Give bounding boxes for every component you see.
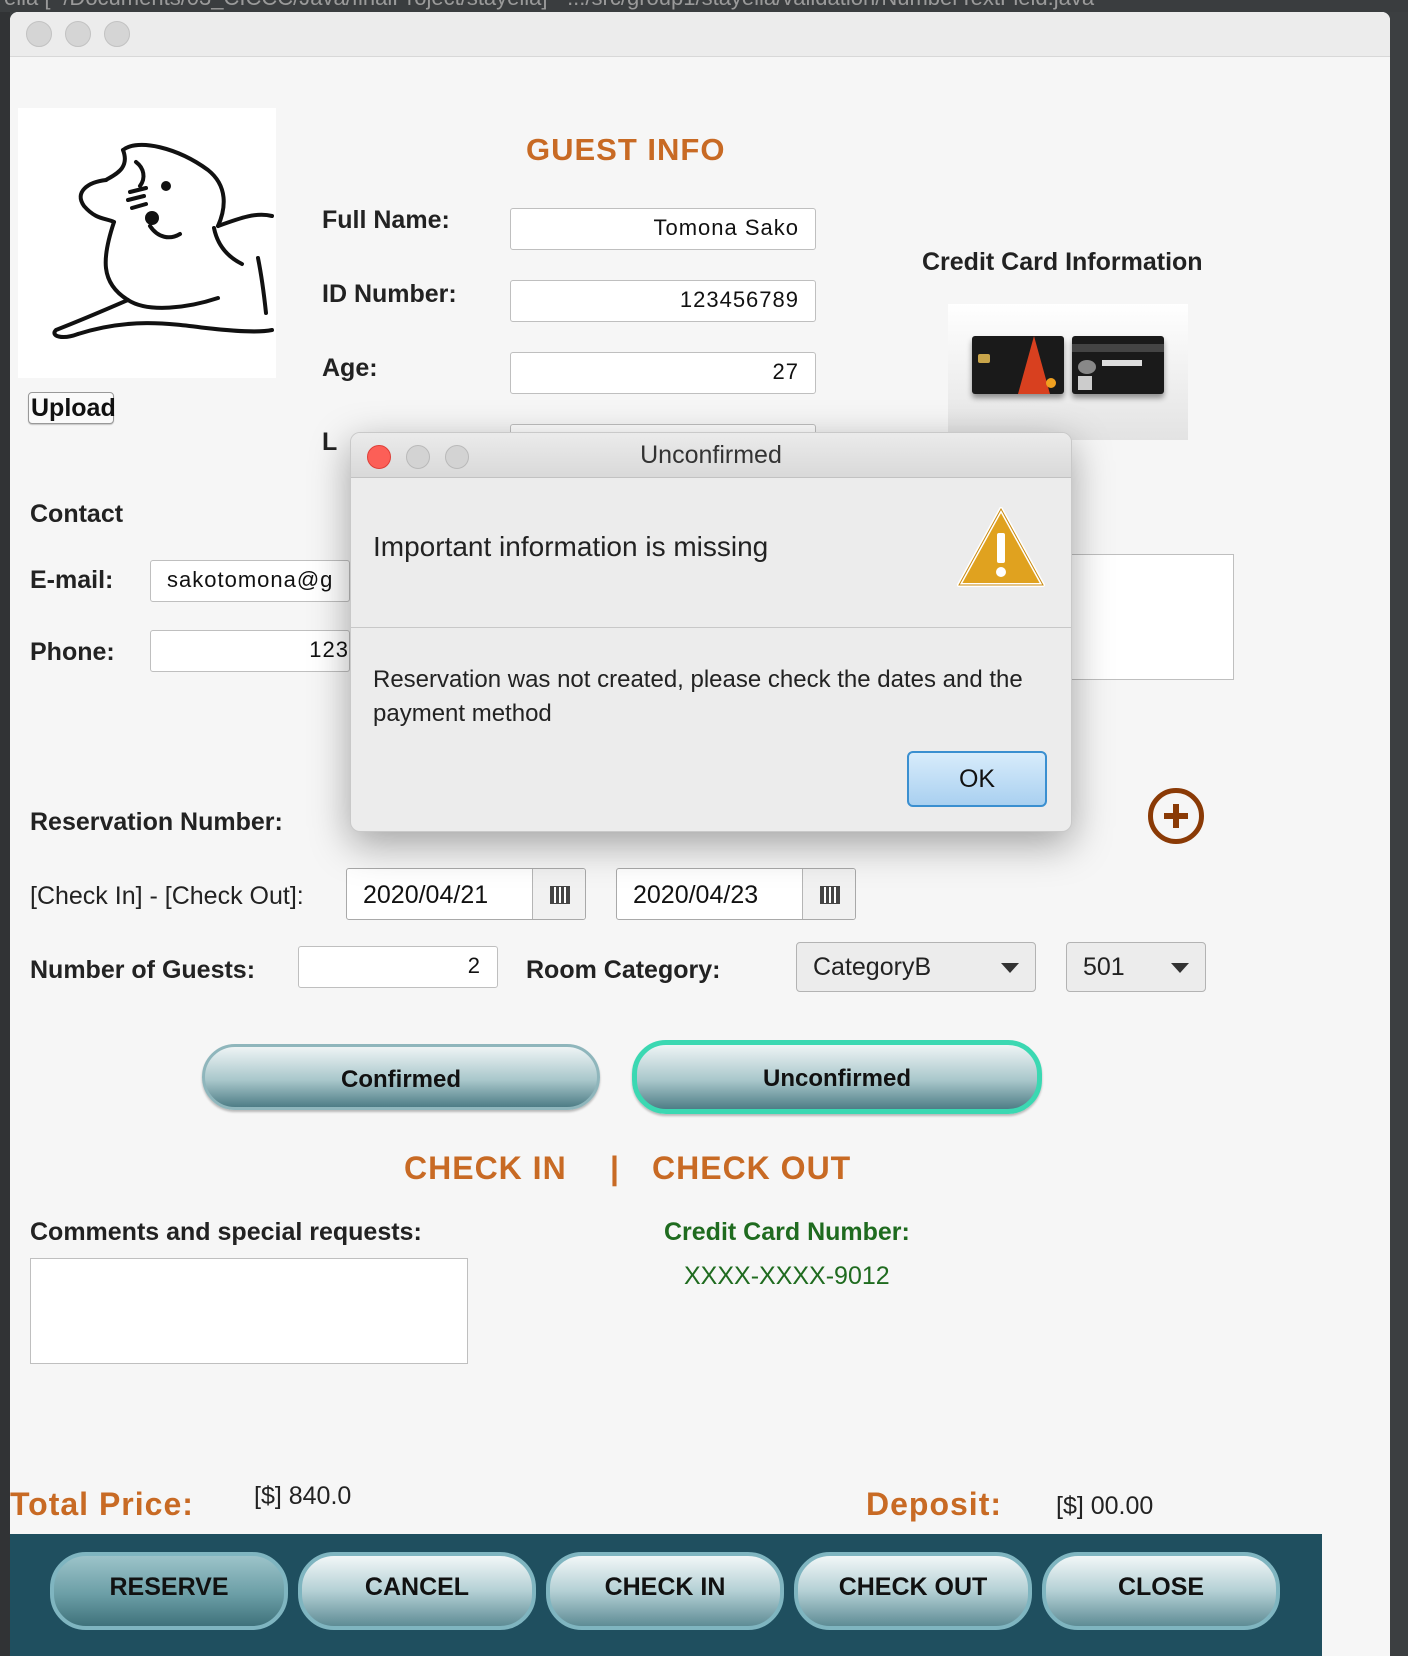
comments-label: Comments and special requests: <box>30 1218 422 1246</box>
card-back-icon <box>1072 336 1164 394</box>
card-front-icon <box>972 336 1064 394</box>
cancel-button[interactable]: CANCEL <box>298 1552 536 1630</box>
unconfirmed-dialog: Unconfirmed Important information is mis… <box>350 432 1072 832</box>
dialog-title: Unconfirmed <box>640 441 782 469</box>
dialog-ok-button[interactable]: OK <box>907 751 1047 807</box>
dates-label: [Check In] - [Check Out]: <box>30 882 304 910</box>
total-price-value: [$] 840.0 <box>254 1482 352 1510</box>
reservation-window: Upload GUEST INFO Full Name: Tomona Sako… <box>10 12 1390 1656</box>
id-number-field[interactable]: 123456789 <box>510 280 816 322</box>
email-label: E-mail: <box>30 566 114 594</box>
card-number-label: Credit Card Number: <box>664 1218 910 1246</box>
check-in-date-picker[interactable]: 2020/04/21 <box>346 868 586 920</box>
ide-title-text: ella [~/Documents/03_CICCC/Java/finalPro… <box>4 0 1094 10</box>
email-field[interactable]: sakotomona@g <box>150 560 350 602</box>
guest-info-heading: GUEST INFO <box>526 132 726 167</box>
bottom-action-bar: RESERVE CANCEL CHECK IN CHECK OUT CLOSE <box>10 1534 1322 1656</box>
phone-field[interactable]: 123 <box>150 630 350 672</box>
dialog-titlebar: Unconfirmed <box>351 433 1071 478</box>
check-in-label: CHECK IN <box>604 1573 726 1601</box>
dialog-headline: Important information is missing <box>373 531 769 562</box>
chevron-down-icon <box>1001 963 1019 973</box>
check-out-date-picker[interactable]: 2020/04/23 <box>616 868 856 920</box>
check-out-calendar-icon[interactable] <box>802 869 855 919</box>
room-category-select[interactable]: CategoryB <box>796 942 1036 992</box>
guest-photo <box>18 108 276 378</box>
upload-button-label: Upload <box>31 394 116 422</box>
guests-label: Number of Guests: <box>30 956 256 984</box>
card-number-value: XXXX-XXXX-9012 <box>684 1262 890 1290</box>
guests-field[interactable]: 2 <box>298 946 498 988</box>
dialog-ok-label: OK <box>958 765 996 793</box>
id-number-value: 123456789 <box>679 287 799 312</box>
phone-value: 123 <box>309 637 349 662</box>
window-titlebar <box>10 12 1390 57</box>
close-button[interactable]: CLOSE <box>1042 1552 1280 1630</box>
age-field[interactable]: 27 <box>510 352 816 394</box>
add-option-icon[interactable] <box>1148 788 1204 844</box>
age-label: Age: <box>322 354 378 382</box>
full-name-value: Tomona Sako <box>653 215 799 240</box>
upload-button[interactable]: Upload <box>28 392 116 424</box>
dialog-divider <box>351 627 1071 628</box>
reserve-button[interactable]: RESERVE <box>50 1552 288 1630</box>
age-value: 27 <box>772 359 799 384</box>
comments-textarea[interactable] <box>30 1258 468 1364</box>
reserve-label: RESERVE <box>109 1573 229 1601</box>
room-number-select[interactable]: 501 <box>1066 942 1206 992</box>
total-price-label: Total Price: <box>10 1486 194 1522</box>
check-in-calendar-icon[interactable] <box>532 869 585 919</box>
check-out-label: CHECK OUT <box>838 1573 988 1601</box>
full-name-field[interactable]: Tomona Sako <box>510 208 816 250</box>
cat-sketch-image <box>52 142 274 339</box>
room-category-value: CategoryB <box>813 953 932 981</box>
chevron-down-icon <box>1171 963 1189 973</box>
confirmed-button[interactable]: Confirmed <box>202 1044 600 1110</box>
deposit-value: [$] 00.00 <box>1056 1492 1154 1520</box>
warning-icon <box>957 507 1045 587</box>
room-category-label: Room Category: <box>526 956 721 984</box>
phone-label: Phone: <box>30 638 115 666</box>
deposit-label: Deposit: <box>866 1486 1002 1522</box>
room-number-value: 501 <box>1083 953 1125 981</box>
cancel-label: CANCEL <box>364 1573 470 1601</box>
email-value: sakotomona@g <box>167 567 334 592</box>
check-out-date-value: 2020/04/23 <box>633 881 759 909</box>
partially-hidden-label: L <box>322 428 338 456</box>
check-out-button[interactable]: CHECK OUT <box>794 1552 1032 1630</box>
check-in-date-value: 2020/04/21 <box>363 881 489 909</box>
window-zoom-button[interactable] <box>104 21 130 47</box>
credit-card-image <box>948 304 1188 440</box>
check-out-status: CHECK OUT <box>652 1150 852 1186</box>
close-label: CLOSE <box>1117 1573 1205 1601</box>
dialog-message: Reservation was not created, please chec… <box>373 666 1023 727</box>
window-close-button[interactable] <box>26 21 52 47</box>
id-number-label: ID Number: <box>322 280 457 308</box>
window-minimize-button[interactable] <box>65 21 91 47</box>
confirmed-label: Confirmed <box>341 1066 461 1093</box>
check-in-status: CHECK IN <box>404 1150 567 1186</box>
guests-value: 2 <box>467 953 481 978</box>
unconfirmed-label: Unconfirmed <box>762 1065 911 1092</box>
status-separator: | <box>610 1150 620 1186</box>
reservation-number-label: Reservation Number: <box>30 808 283 836</box>
check-in-button[interactable]: CHECK IN <box>546 1552 784 1630</box>
full-name-label: Full Name: <box>322 206 450 234</box>
unconfirmed-button[interactable]: Unconfirmed <box>632 1040 1042 1114</box>
ide-title-strip: ella [~/Documents/03_CICCC/Java/finalPro… <box>0 0 1408 12</box>
contact-heading: Contact <box>30 500 124 528</box>
credit-card-heading: Credit Card Information <box>922 248 1203 276</box>
ide-line-gutter <box>0 12 10 1656</box>
